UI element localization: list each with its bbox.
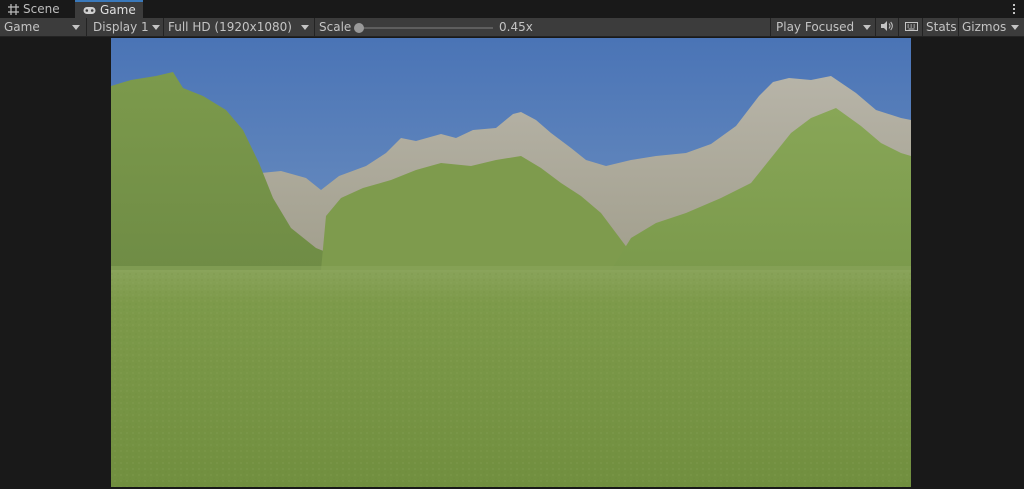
tab-scene[interactable]: Scene [0, 0, 70, 18]
gizmos-button[interactable]: Gizmos [962, 18, 1022, 36]
chevron-down-icon [152, 25, 160, 30]
resolution-select[interactable]: Full HD (1920x1080) [168, 18, 313, 36]
mute-audio-button[interactable] [879, 18, 895, 36]
editor-tab-bar: Scene Game [0, 0, 1024, 18]
stats-button[interactable]: Stats [926, 18, 957, 36]
toolbar-divider [314, 18, 315, 36]
toolbar-divider [86, 18, 87, 36]
display-select-label: Display 1 [93, 20, 149, 34]
speaker-icon [881, 20, 893, 34]
tab-game-label: Game [100, 3, 136, 17]
chevron-down-icon [863, 25, 871, 30]
play-mode-select[interactable]: Play Focused [776, 18, 874, 36]
scale-label: Scale [319, 20, 352, 34]
display-select[interactable]: Display 1 [93, 18, 163, 36]
scale-value: 0.45x [499, 20, 533, 34]
toolbar-divider [875, 18, 876, 36]
resolution-select-label: Full HD (1920x1080) [168, 20, 292, 34]
view-select[interactable]: Game [4, 18, 84, 36]
scale-slider-track[interactable] [358, 27, 493, 29]
chevron-down-icon [301, 25, 309, 30]
toolbar-divider [958, 18, 959, 36]
tab-scene-label: Scene [23, 2, 60, 16]
chevron-down-icon [72, 25, 80, 30]
game-view-toolbar: Game Display 1 Full HD (1920x1080) Scale… [0, 18, 1024, 37]
keyboard-shortcuts-button[interactable] [903, 18, 919, 36]
gamepad-icon [83, 6, 96, 15]
scale-slider-handle[interactable] [354, 23, 364, 33]
view-select-label: Game [4, 20, 40, 34]
horizon-haze [111, 266, 911, 272]
game-view-render[interactable] [111, 38, 911, 487]
keyboard-icon [904, 20, 918, 34]
toolbar-divider [898, 18, 899, 36]
play-mode-select-label: Play Focused [776, 20, 855, 34]
terrain-scene [111, 38, 911, 487]
more-options-icon[interactable] [1010, 2, 1018, 16]
gizmos-label: Gizmos [962, 20, 1007, 34]
grass-texture [111, 270, 911, 487]
toolbar-divider [770, 18, 771, 36]
toolbar-divider [922, 18, 923, 36]
chevron-down-icon [1011, 25, 1019, 30]
toolbar-divider [163, 18, 164, 36]
grid-icon [8, 3, 19, 15]
tab-game[interactable]: Game [75, 0, 143, 18]
